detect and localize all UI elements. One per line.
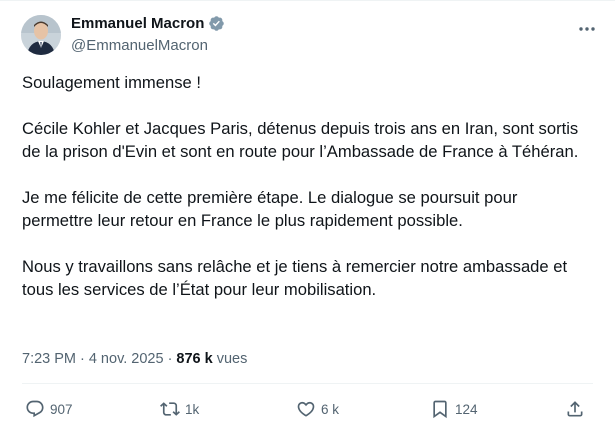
like-button[interactable]: 6 k	[296, 399, 339, 419]
tweet-text: Soulagement immense ! Cécile Kohler et J…	[22, 71, 592, 324]
like-count: 6 k	[321, 401, 340, 417]
divider	[22, 383, 593, 384]
heart-icon	[297, 401, 315, 417]
tweet-date[interactable]: 4 nov. 2025	[89, 351, 164, 367]
meta-separator: ·	[167, 351, 173, 367]
tweet-paragraph: Soulagement immense !	[22, 73, 201, 92]
bookmark-button[interactable]: 124	[430, 399, 478, 419]
more-options-button[interactable]	[577, 19, 597, 39]
share-icon	[567, 401, 583, 417]
author-handle[interactable]: @EmmanuelMacron	[71, 37, 208, 54]
bookmark-icon	[433, 400, 447, 419]
tweet-paragraph: Nous y travaillons sans relâche et je ti…	[22, 257, 568, 299]
reply-count: 907	[50, 401, 73, 417]
verified-badge-icon[interactable]	[208, 15, 225, 32]
views-count[interactable]: 876 k	[176, 351, 212, 367]
author-name[interactable]: Emmanuel Macron	[71, 15, 204, 32]
repost-count: 1k	[185, 401, 200, 417]
tweet-time[interactable]: 7:23 PM	[22, 351, 76, 367]
repost-icon	[160, 402, 180, 416]
bookmark-count: 124	[455, 401, 478, 417]
views-label: vues	[216, 351, 248, 367]
tweet-card: Emmanuel Macron @EmmanuelMacron Soulagem…	[0, 0, 615, 431]
more-horizontal-icon	[579, 27, 595, 31]
share-button[interactable]	[565, 399, 585, 419]
reply-button[interactable]: 907	[25, 399, 73, 419]
meta-separator: ·	[80, 351, 85, 367]
repost-button[interactable]: 1k	[160, 399, 199, 419]
avatar[interactable]	[21, 15, 61, 55]
action-bar: 907 1k 6 k 124	[0, 399, 615, 425]
tweet-paragraph: Je me félicite de cette première étape. …	[22, 188, 518, 230]
avatar-image	[21, 15, 61, 55]
reply-icon	[26, 400, 44, 418]
tweet-meta: 7:23 PM · 4 nov. 2025 · 876 k vues	[22, 351, 247, 367]
tweet-paragraph: Cécile Kohler et Jacques Paris, détenus …	[22, 119, 579, 161]
author-name-row: Emmanuel Macron	[71, 15, 225, 32]
